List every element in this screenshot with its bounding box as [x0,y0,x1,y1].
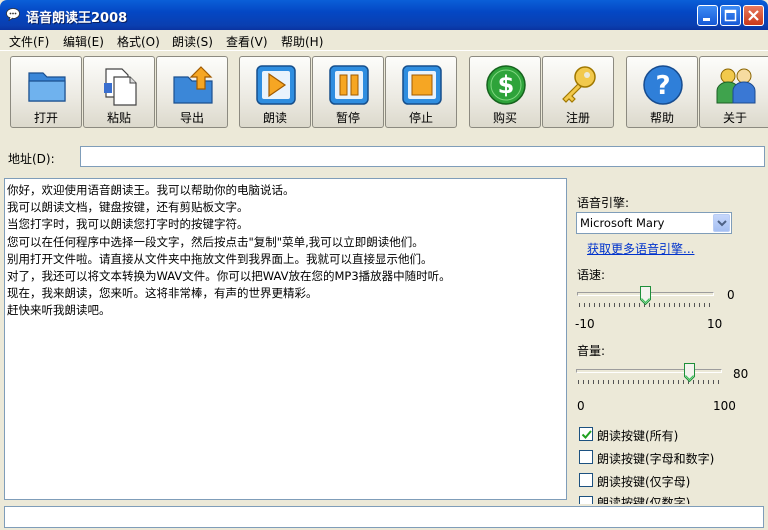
text-line: 赶快来听我朗读吧。 [7,303,111,318]
volume-slider-ticks [578,380,720,384]
export-button[interactable]: 导出 [156,56,228,128]
maximize-icon [724,9,737,22]
close-button[interactable] [743,5,764,26]
menu-format[interactable]: 格式(O) [117,33,160,50]
pause-button[interactable]: 暂停 [312,56,384,128]
minimize-button[interactable] [697,5,718,26]
address-label: 地址(D): [8,152,55,166]
menu-file[interactable]: 文件(F) [9,33,49,50]
checkbox-keys-all[interactable] [579,427,593,441]
volume-min-label: 0 [577,399,585,413]
text-line: 对了，我还可以将文本转换为WAV文件。你可以把WAV放在您的MP3播放器中随时听… [7,269,451,284]
stop-button[interactable]: 停止 [385,56,457,128]
about-label: 关于 [722,111,747,125]
speed-min-label: -10 [575,317,595,331]
speed-label: 语速: [577,268,606,282]
key-icon [562,66,596,103]
volume-label: 音量: [577,344,606,358]
buy-label: 购买 [492,111,517,125]
export-icon [173,66,213,104]
text-editor[interactable]: 你好，欢迎使用语音朗读王。我可以帮助你的电脑说话。 我可以朗读文档，键盘按键，还… [4,178,567,500]
checkmark-icon [581,430,592,439]
open-button[interactable]: 打开 [10,56,82,128]
volume-max-label: 100 [713,399,736,413]
text-line: 您可以在任何程序中选择一段文字，然后按点击"复制"菜单,我可以立即朗读他们。 [7,234,424,249]
toolbar: 打开 粘贴 导出 朗读 暂停 停止 $ 购买 注册 ? 帮助 关于 [0,50,768,134]
checkbox-keys-alnum-label[interactable]: 朗读按键(字母和数字) [597,450,714,467]
svg-text:?: ? [655,71,670,101]
stop-label: 停止 [408,111,433,125]
menu-speak[interactable]: 朗读(S) [172,33,213,50]
volume-value: 80 [733,367,749,381]
speak-label: 朗读 [262,111,287,125]
menu-help[interactable]: 帮助(H) [281,33,323,50]
checkbox-keys-all-label[interactable]: 朗读按键(所有) [597,427,678,444]
checkbox-keys-alnum[interactable] [579,450,593,464]
menu-view[interactable]: 查看(V) [226,33,268,50]
about-button[interactable]: 关于 [699,56,768,128]
title-bar[interactable]: 语音朗读王2008 [0,0,768,30]
speed-slider-thumb[interactable] [640,286,651,305]
checkbox-keys-letters-label[interactable]: 朗读按键(仅字母) [597,473,690,490]
checkbox-keys-letters[interactable] [579,473,593,487]
app-speech-icon [6,8,20,21]
checkbox-keys-digits-label[interactable]: 朗读按键(仅数字) [597,494,690,504]
text-line: 你好，欢迎使用语音朗读王。我可以帮助你的电脑说话。 [7,183,295,197]
engine-select[interactable]: Microsoft Mary [576,212,732,234]
help-label: 帮助 [649,111,674,125]
more-engines-link[interactable]: 获取更多语音引擎... [587,240,694,257]
engine-dropdown-button[interactable] [713,214,730,232]
volume-slider-track [576,369,722,373]
dollar-icon: $ [486,65,526,105]
text-line: 别用打开文件啦。请直接从文件夹中拖放文件到我界面上。我就可以直接显示他们。 [7,251,433,266]
paste-button[interactable]: 粘贴 [83,56,155,128]
status-text [4,506,764,528]
close-icon [748,10,759,21]
text-line: 我可以朗读文档，键盘按键，还有剪贴板文字。 [7,200,249,215]
status-bar [0,504,768,530]
volume-slider-thumb[interactable] [684,363,695,382]
minimize-icon [703,18,710,21]
text-line: 当您打字时，我可以朗读您打字时的按键字符。 [7,217,249,232]
stop-icon [402,65,442,105]
menu-edit[interactable]: 编辑(E) [63,33,104,50]
pause-icon [329,65,369,105]
engine-label: 语音引擎: [577,196,630,210]
users-icon [716,68,756,104]
checkbox-keys-digits[interactable] [579,496,593,504]
window-title: 语音朗读王2008 [26,11,128,26]
register-button[interactable]: 注册 [542,56,614,128]
paste-label: 粘贴 [106,111,131,125]
volume-slider[interactable] [576,363,722,389]
open-label: 打开 [33,111,58,125]
folder-icon [28,72,66,102]
buy-button[interactable]: $ 购买 [469,56,541,128]
svg-text:$: $ [498,71,515,99]
speak-button[interactable]: 朗读 [239,56,311,128]
help-button[interactable]: ? 帮助 [626,56,698,128]
speed-slider[interactable] [577,286,714,312]
play-icon [256,65,296,105]
export-label: 导出 [179,111,204,125]
menu-bar: 文件(F) 编辑(E) 格式(O) 朗读(S) 查看(V) 帮助(H) [0,30,768,50]
paste-icon [104,68,137,106]
pause-label: 暂停 [335,111,360,125]
engine-value: Microsoft Mary [580,216,665,230]
address-input[interactable] [80,146,765,167]
text-line: 现在，我来朗读，您来听。这将非常棒，有声的世界更精彩。 [7,286,318,301]
speed-value: 0 [727,288,735,302]
chevron-down-icon [717,220,727,227]
register-label: 注册 [565,111,590,125]
maximize-button[interactable] [720,5,741,26]
help-icon: ? [643,65,683,105]
speed-max-label: 10 [707,317,723,331]
